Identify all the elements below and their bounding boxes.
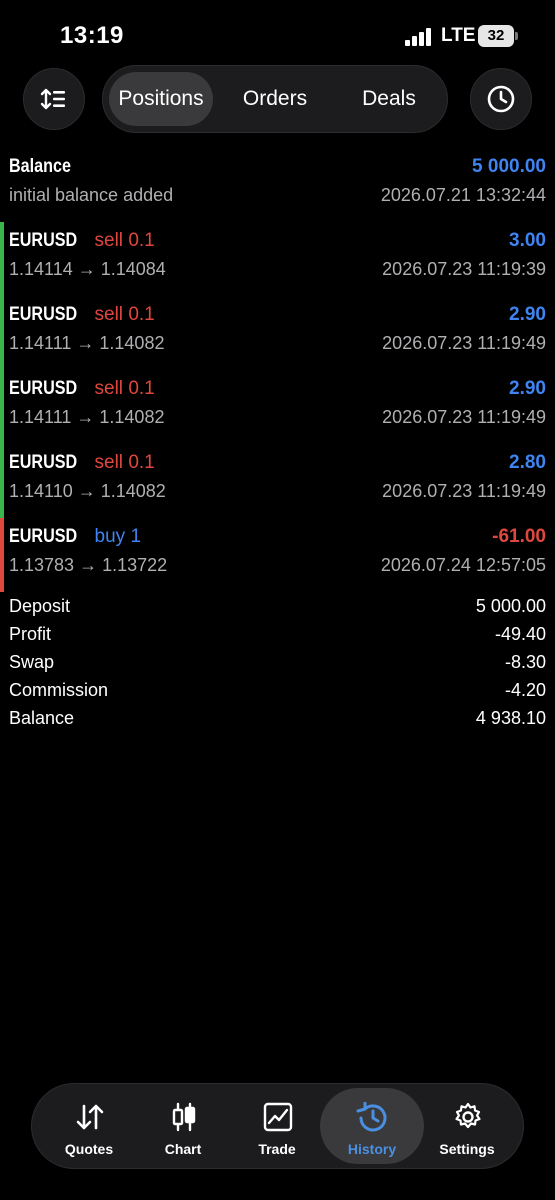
summary-label: Commission xyxy=(9,680,109,700)
top-bar: Positions Orders Deals xyxy=(0,64,555,136)
deal-volume: 0.1 xyxy=(128,378,155,399)
profit-indicator-bar xyxy=(0,370,4,444)
deal-row[interactable]: EURUSD sell 0.1 2.80 1.14110 → 1.14082 2026… xyxy=(0,444,555,518)
nav-chart[interactable]: Chart xyxy=(136,1088,230,1164)
deal-row[interactable]: EURUSD buy 1 -61.00 1.13783 → 1.13722 2026.… xyxy=(0,518,555,592)
profit-indicator-bar xyxy=(0,444,4,518)
profit-indicator-bar xyxy=(0,518,4,592)
profit-indicator-bar xyxy=(0,222,4,296)
summary-row: Profit -49.40 xyxy=(0,624,555,652)
deal-profit: 2.90 xyxy=(509,378,546,399)
nav-history-label: History xyxy=(347,1141,397,1157)
deal-side: sell xyxy=(94,452,124,473)
profit-indicator-bar xyxy=(0,296,4,370)
deal-symbol: EURUSD xyxy=(9,230,78,251)
summary-row: Swap -8.30 xyxy=(0,652,555,680)
deal-row[interactable]: EURUSD sell 0.1 3.00 1.14114 → 1.14084 2026… xyxy=(0,222,555,296)
summary-row: Commission -4.20 xyxy=(0,680,555,708)
battery-icon: 32 xyxy=(478,25,514,47)
deal-side: sell xyxy=(94,304,124,325)
deal-volume: 0.1 xyxy=(128,230,155,251)
nav-settings-label: Settings xyxy=(439,1141,495,1157)
deal-time: 2026.07.23 11:19:49 xyxy=(382,481,546,501)
summary-row: Deposit 5 000.00 xyxy=(0,596,555,624)
deal-time: 2026.07.24 12:57:05 xyxy=(380,555,546,575)
summary-value: -8.30 xyxy=(504,652,546,672)
nav-trade[interactable]: Trade xyxy=(230,1088,324,1164)
nav-quotes[interactable]: Quotes xyxy=(42,1088,136,1164)
balance-amount: 5 000.00 xyxy=(472,156,546,177)
deal-prices: 1.14110 → 1.14082 xyxy=(9,481,166,501)
deal-symbol: EURUSD xyxy=(9,378,78,399)
summary-value: 4 938.10 xyxy=(475,708,546,728)
history-clock-icon xyxy=(356,1102,387,1132)
deal-time: 2026.07.23 11:19:49 xyxy=(382,333,546,353)
quotes-arrows-icon xyxy=(76,1104,104,1130)
status-bar: 13:19 LTE 32 xyxy=(0,0,555,70)
balance-time: 2026.07.21 13:32:44 xyxy=(380,185,546,205)
period-button[interactable] xyxy=(470,68,532,130)
deal-profit: 2.80 xyxy=(509,452,546,473)
deal-volume: 0.1 xyxy=(128,452,155,473)
nav-chart-label: Chart xyxy=(164,1141,202,1157)
deal-prices: 1.14114 → 1.14084 xyxy=(9,259,166,279)
deal-side: sell xyxy=(94,230,124,251)
deal-volume: 1 xyxy=(130,526,142,547)
deal-row[interactable]: EURUSD sell 0.1 2.90 1.14111 → 1.14082 2026… xyxy=(0,370,555,444)
nav-settings[interactable]: Settings xyxy=(420,1088,514,1164)
trade-chart-icon xyxy=(263,1102,293,1132)
summary-label: Balance xyxy=(9,708,75,728)
balance-title: Balance xyxy=(9,156,71,177)
candlestick-icon xyxy=(172,1102,196,1132)
summary-row: Balance 4 938.10 xyxy=(0,708,555,736)
tab-segment-control: Positions Orders Deals xyxy=(102,65,448,133)
summary-label: Profit xyxy=(9,624,52,644)
bottom-tab-bar: Quotes Chart Trade History Settings xyxy=(31,1083,524,1169)
deal-row[interactable]: EURUSD sell 0.1 2.90 1.14111 → 1.14082 2026… xyxy=(0,296,555,370)
network-type: LTE xyxy=(441,25,476,46)
balance-row[interactable]: Balance 5 000.00 initial balance added 2… xyxy=(0,148,555,222)
deal-side: buy xyxy=(94,526,126,547)
deal-time: 2026.07.23 11:19:49 xyxy=(382,407,546,427)
sort-icon xyxy=(40,88,65,110)
battery-tip xyxy=(515,32,518,40)
deal-symbol: EURUSD xyxy=(9,452,78,473)
summary-value: -49.40 xyxy=(494,624,546,644)
deal-profit: 2.90 xyxy=(509,304,546,325)
summary-value: -4.20 xyxy=(504,680,546,700)
nav-history[interactable]: History xyxy=(320,1088,424,1164)
tab-orders[interactable]: Orders xyxy=(223,72,327,126)
summary-block: Deposit 5 000.00 Profit -49.40 Swap -8.3… xyxy=(0,596,555,736)
deal-prices: 1.14111 → 1.14082 xyxy=(9,333,165,353)
nav-quotes-label: Quotes xyxy=(64,1141,114,1157)
clock-icon xyxy=(487,85,515,113)
sort-button[interactable] xyxy=(23,68,85,130)
summary-label: Deposit xyxy=(9,596,71,616)
balance-comment: initial balance added xyxy=(9,185,174,205)
deal-profit: 3.00 xyxy=(509,230,546,251)
deal-volume: 0.1 xyxy=(128,304,155,325)
deal-prices: 1.14111 → 1.14082 xyxy=(9,407,165,427)
deal-symbol: EURUSD xyxy=(9,526,78,547)
summary-value: 5 000.00 xyxy=(475,596,546,616)
tab-positions[interactable]: Positions xyxy=(109,72,213,126)
status-time: 13:19 xyxy=(60,22,124,49)
signal-icon xyxy=(405,28,433,46)
deal-symbol: EURUSD xyxy=(9,304,78,325)
deal-prices: 1.13783 → 1.13722 xyxy=(9,555,168,575)
deal-profit: -61.00 xyxy=(492,526,546,547)
history-list: Balance 5 000.00 initial balance added 2… xyxy=(0,148,555,592)
deal-time: 2026.07.23 11:19:39 xyxy=(382,259,546,279)
deal-side: sell xyxy=(94,378,124,399)
tab-deals[interactable]: Deals xyxy=(337,72,441,126)
summary-label: Swap xyxy=(9,652,55,672)
gear-icon xyxy=(455,1102,481,1129)
nav-trade-label: Trade xyxy=(258,1141,296,1157)
